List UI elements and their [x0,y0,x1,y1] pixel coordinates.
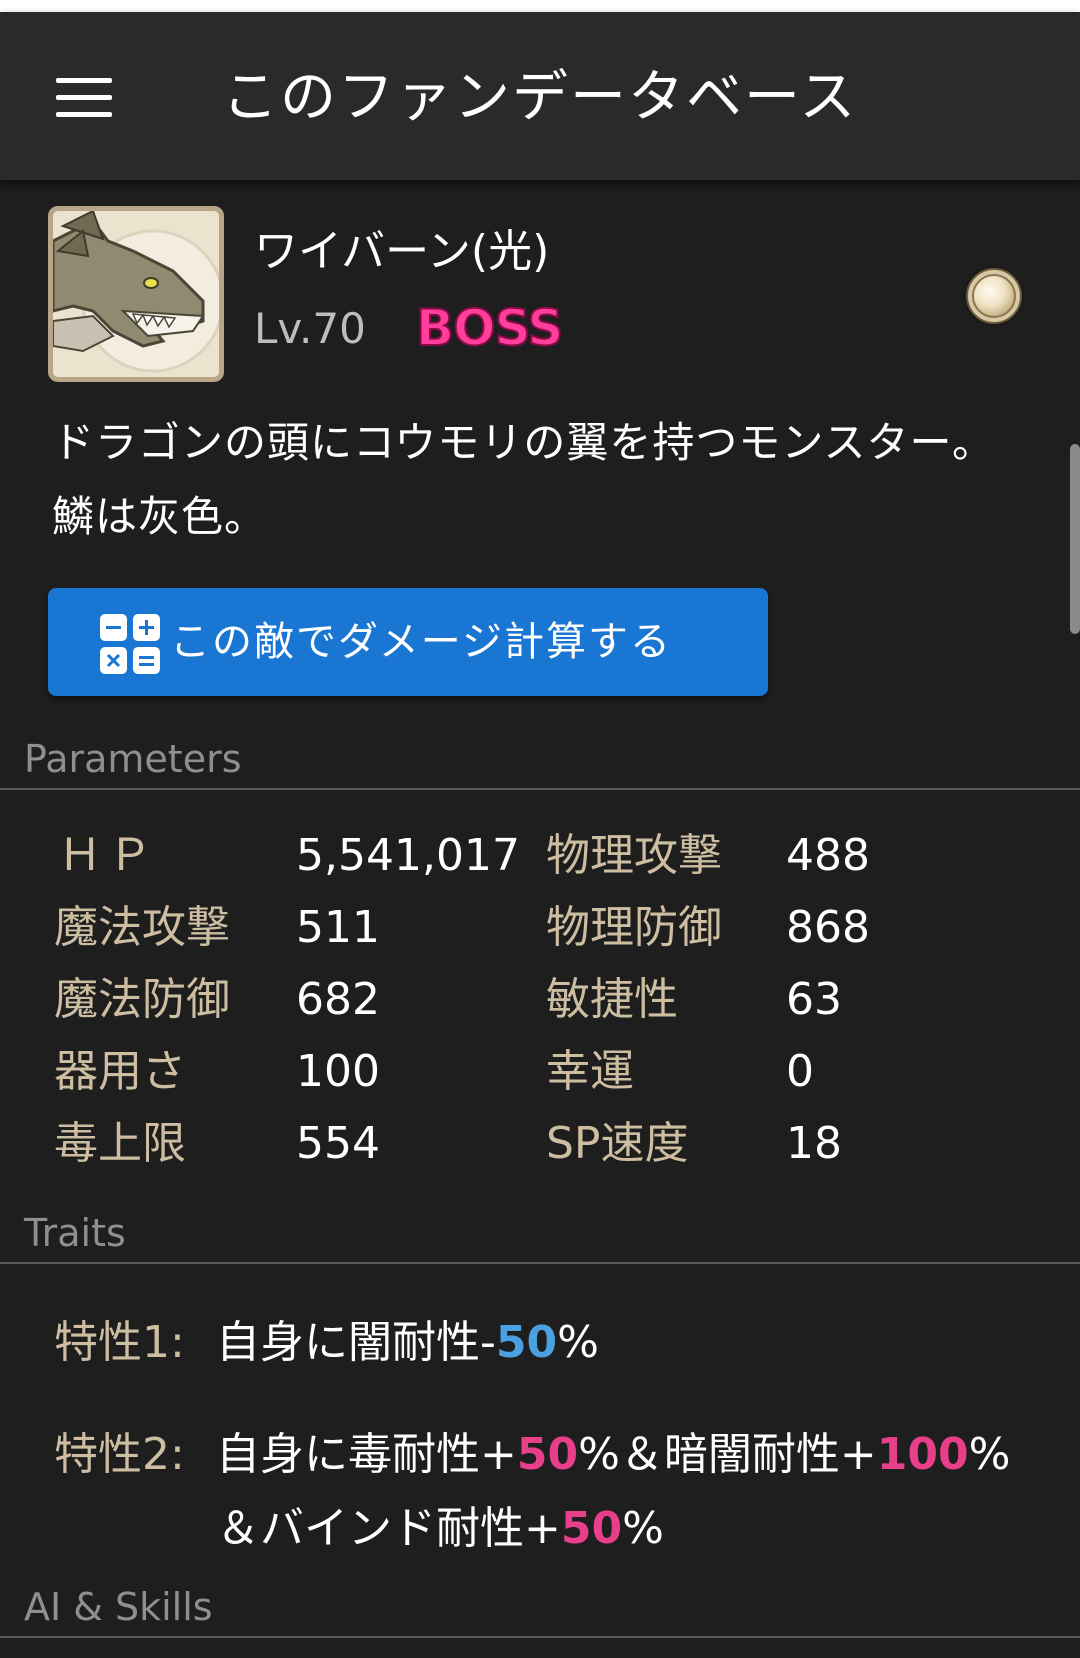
trait-value: 50 [516,1429,579,1480]
menu-icon[interactable] [56,78,112,118]
stat-value: 682 [296,974,380,1025]
ai-skills-header-label: AI & Skills [24,1585,213,1629]
trait-text-part: 自身に闇耐性- [216,1317,496,1368]
stat-label: SP速度 [546,1118,689,1169]
trait-label: 特性1: [54,1317,185,1368]
enemy-name: ワイバーン(光) [254,226,550,277]
trait-text-part: %＆暗闇耐性+ [578,1429,877,1480]
damage-calc-label: この敵でダメージ計算する [170,619,672,665]
stat-row: ＨＰ 5,541,017 物理攻撃 488 [0,820,1080,892]
stat-label: ＨＰ [58,830,158,881]
stat-value: 100 [296,1046,380,1097]
status-strip [0,0,1080,12]
stat-label: 魔法防御 [54,974,230,1025]
boss-badge: BOSS [415,298,564,358]
stat-value: 511 [296,902,380,953]
stat-value: 868 [786,902,870,953]
traits-header-label: Traits [24,1211,126,1255]
stat-value: 18 [786,1118,842,1169]
light-element-orb-icon [962,264,1026,328]
wyvern-portrait-icon [48,206,224,382]
enemy-description: ドラゴンの頭にコウモリの翼を持つモンスター。鱗は灰色。 [52,418,996,541]
trait-text-part: % [557,1317,599,1368]
damage-calc-button[interactable]: この敵でダメージ計算する [48,588,768,696]
trait-value: 100 [876,1429,969,1480]
trait-text: 自身に闇耐性-50% [216,1306,1046,1380]
trait-value: 50 [495,1317,558,1368]
enemy-level: Lv.70 [254,304,366,353]
stat-value: 63 [786,974,842,1025]
ai-skills-header: AI & Skills [0,1578,1080,1638]
app-bar: このファンデータベース [0,12,1080,180]
traits-header: Traits [0,1204,1080,1264]
app-title: このファンデータベース [222,65,858,130]
stat-label: 器用さ [54,1046,186,1097]
stat-row: 魔法防御 682 敏捷性 63 [0,964,1080,1036]
stat-label: 毒上限 [54,1118,186,1169]
stat-label: 魔法攻撃 [54,902,230,953]
stat-row: 器用さ 100 幸運 0 [0,1036,1080,1108]
stat-value: 5,541,017 [296,830,520,881]
stat-label: 物理攻撃 [546,830,722,881]
stat-value: 0 [786,1046,814,1097]
stat-row: 魔法攻撃 511 物理防御 868 [0,892,1080,964]
calculator-icon [100,614,160,674]
stat-value: 488 [786,830,870,881]
stat-label: 幸運 [546,1046,634,1097]
stat-row: 毒上限 554 SP速度 18 [0,1108,1080,1180]
trait-value: 50 [560,1503,623,1554]
stat-label: 物理防御 [546,902,722,953]
scrollbar[interactable] [1070,444,1080,634]
parameters-header-label: Parameters [24,737,242,781]
parameters-header: Parameters [0,730,1080,790]
trait-text-part: % [622,1503,664,1554]
trait-text: 自身に毒耐性+50%＆暗闇耐性+100%＆バインド耐性+50% [216,1418,1046,1566]
stat-value: 554 [296,1118,380,1169]
trait-text-part: 自身に毒耐性+ [216,1429,517,1480]
trait-label: 特性2: [54,1429,185,1480]
stat-label: 敏捷性 [546,974,678,1025]
